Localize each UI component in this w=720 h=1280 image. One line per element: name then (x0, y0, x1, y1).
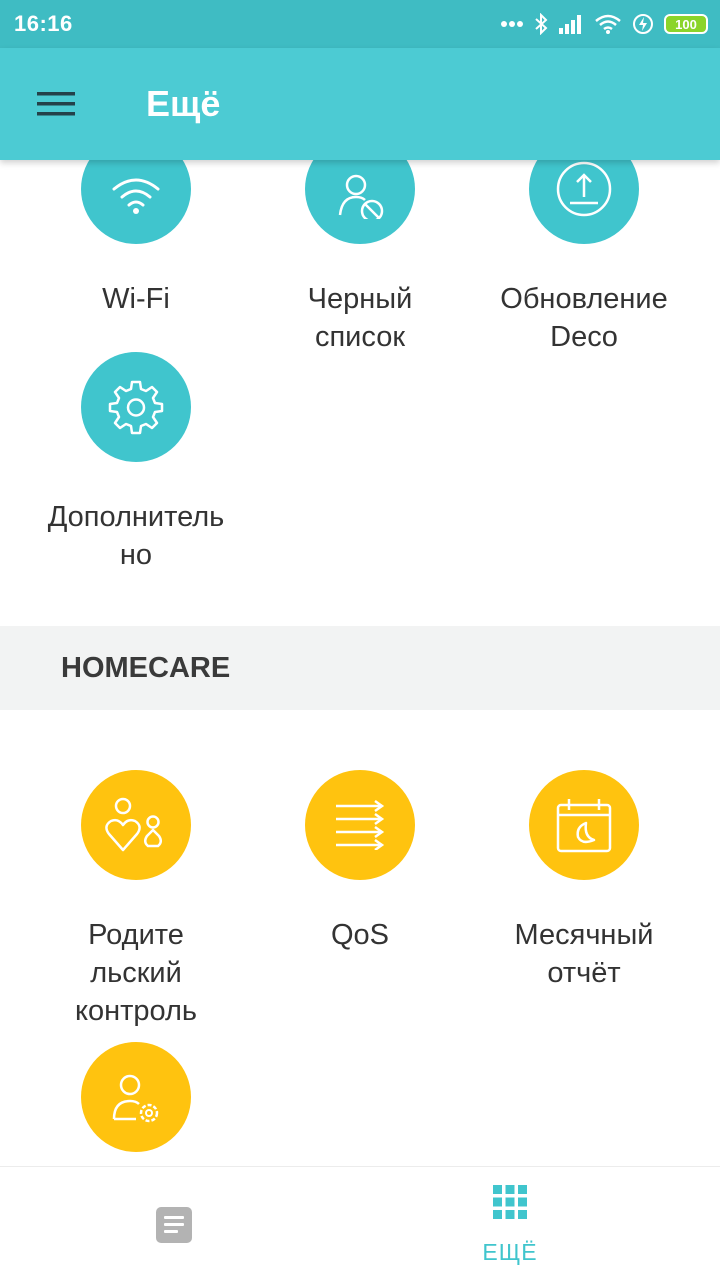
wifi-item-label: Wi-Fi (102, 283, 170, 315)
app-bar: Ещё (0, 48, 720, 160)
wifi-icon (112, 178, 160, 214)
battery-indicator: 100 (664, 14, 708, 34)
nav-more-label: ЕЩЁ (482, 1239, 538, 1265)
page-title: Ещё (146, 83, 221, 124)
qos-item[interactable]: QoS (248, 770, 472, 954)
charging-icon (633, 14, 653, 34)
gear-icon (108, 380, 164, 435)
firmware-update-item-label: Обновление Deco (500, 283, 668, 353)
monthly-report-icon (556, 799, 612, 853)
bottom-navigation: ЕЩЁ (0, 1166, 720, 1280)
signal-icon (559, 15, 581, 34)
bluetooth-icon (535, 13, 548, 35)
monthly-report-item-circle (529, 770, 639, 880)
qos-item-circle (305, 770, 415, 880)
parental-control-item-circle (81, 770, 191, 880)
firmware-update-item[interactable]: Обновление Deco (472, 134, 696, 356)
homecare-section-header: HOMECARE (0, 626, 720, 710)
advanced-item[interactable]: Дополнитель но (24, 352, 248, 574)
screen: 16:16 100 Ещё Wi-Fi Черный список Обновл… (0, 0, 720, 1280)
advanced-item-circle (81, 352, 191, 462)
monthly-report-item-label: Месячный отчёт (514, 919, 654, 989)
grid-icon (493, 1185, 527, 1219)
more-dots-icon (501, 21, 523, 27)
blacklist-item-label: Черный список (307, 283, 413, 353)
parental-control-icon (105, 797, 162, 852)
list-icon[interactable] (156, 1207, 192, 1243)
firmware-update-icon (556, 161, 612, 217)
status-bar: 16:16 100 (0, 0, 720, 48)
user-settings-item-circle (81, 1042, 191, 1152)
wifi-item[interactable]: Wi-Fi (24, 134, 248, 318)
parental-control-item-label: Родите льский контроль (74, 919, 198, 1027)
menu-button[interactable] (0, 48, 112, 160)
status-time: 16:16 (14, 11, 73, 36)
status-icons: 100 (500, 13, 708, 35)
blacklist-item[interactable]: Черный список (248, 134, 472, 356)
qos-icon (336, 800, 385, 850)
qos-item-label: QoS (330, 919, 390, 951)
hamburger-menu-icon (37, 92, 75, 116)
homecare-section-title: HOMECARE (61, 651, 231, 684)
advanced-item-label: Дополнитель но (47, 501, 225, 571)
blacklist-icon (338, 174, 384, 219)
battery-level: 100 (675, 16, 697, 32)
nav-more-tab[interactable]: ЕЩЁ (440, 1185, 580, 1266)
user-settings-icon (112, 1074, 159, 1123)
parental-control-item[interactable]: Родите льский контроль (24, 770, 248, 1030)
user-settings-item[interactable] (24, 1042, 248, 1152)
monthly-report-item[interactable]: Месячный отчёт (472, 770, 696, 992)
wifi-status-icon (595, 14, 621, 34)
